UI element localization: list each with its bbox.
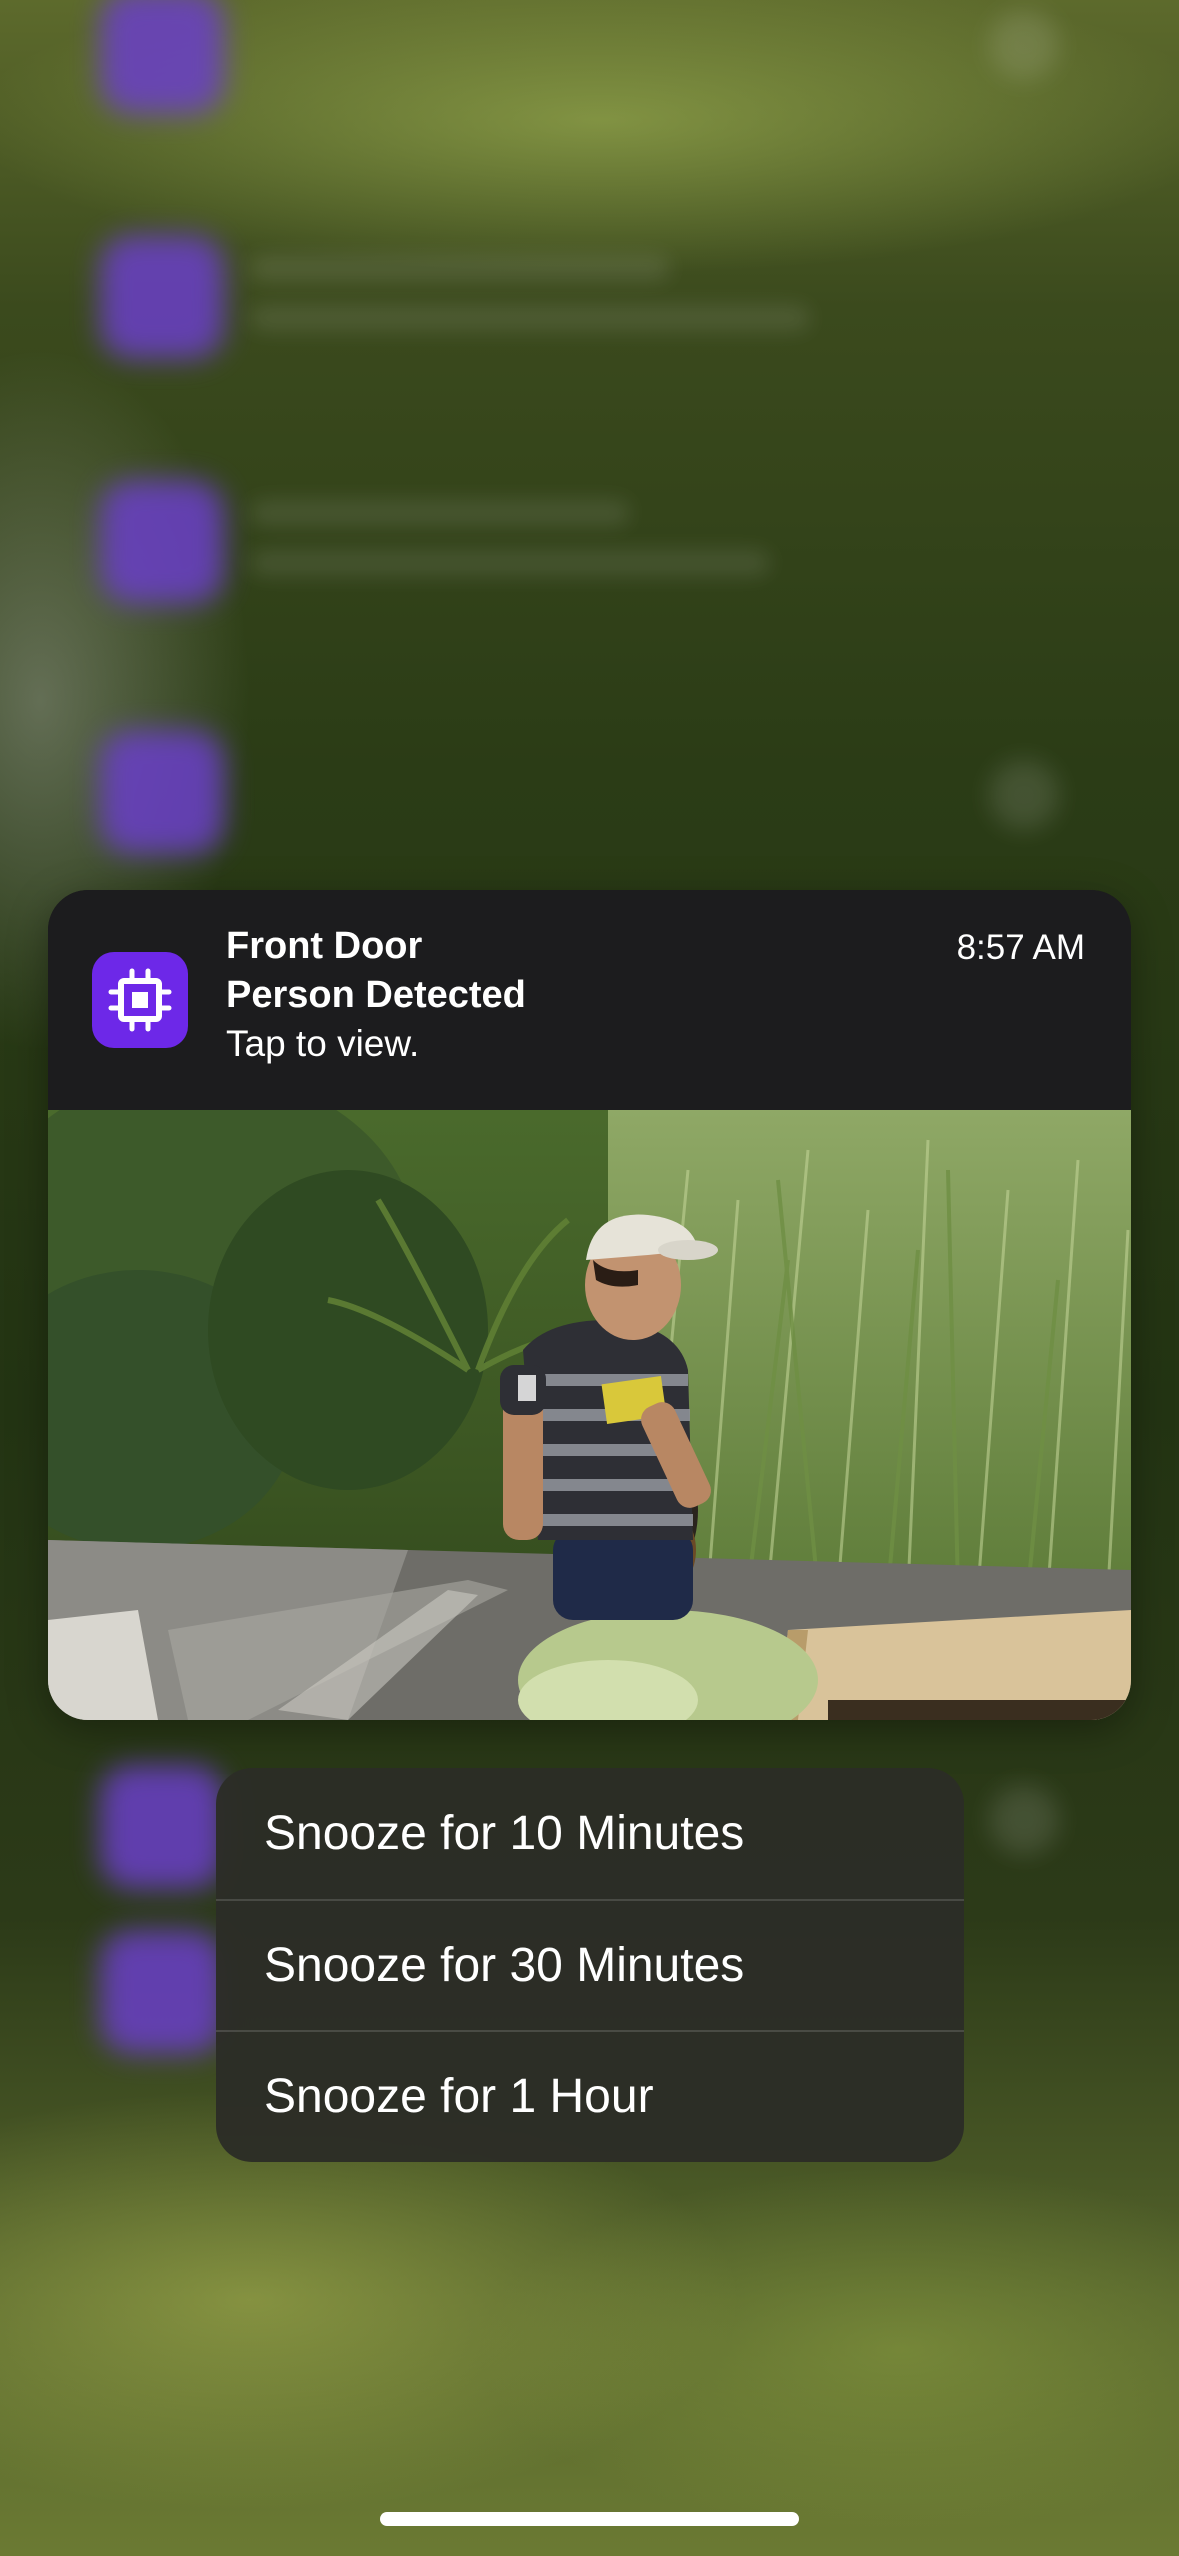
home-indicator[interactable] bbox=[380, 2512, 799, 2526]
snooze-10-minutes-item[interactable]: Snooze for 10 Minutes bbox=[216, 1768, 964, 1899]
blurred-notification bbox=[0, 225, 1179, 375]
blurred-notification bbox=[0, 470, 1179, 620]
camera-snapshot[interactable] bbox=[48, 1110, 1131, 1720]
notification-subtitle: Person Detected bbox=[226, 974, 526, 1016]
snooze-menu: Snooze for 10 Minutes Snooze for 30 Minu… bbox=[216, 1768, 964, 2162]
notification-time: 8:57 AM bbox=[956, 928, 1085, 967]
notification-title: Front Door bbox=[226, 925, 423, 967]
blurred-notification bbox=[0, 0, 1179, 130]
notification-body: Tap to view. bbox=[226, 1023, 420, 1064]
snooze-30-minutes-item[interactable]: Snooze for 30 Minutes bbox=[216, 1899, 964, 2030]
notification-card[interactable]: Front Door Person Detected Tap to view. … bbox=[48, 890, 1131, 1720]
notification-header[interactable]: Front Door Person Detected Tap to view. … bbox=[48, 890, 1131, 1110]
snooze-1-hour-item[interactable]: Snooze for 1 Hour bbox=[216, 2030, 964, 2161]
blurred-notification bbox=[0, 720, 1179, 870]
chip-icon bbox=[92, 952, 188, 1048]
